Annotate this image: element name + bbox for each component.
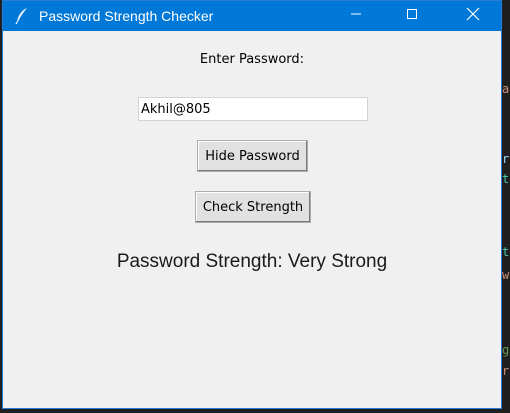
hide-password-button[interactable]: Hide Password <box>197 140 308 172</box>
editor-fragment: t <box>502 172 510 186</box>
strength-result: Password Strength: Very Strong <box>116 251 388 272</box>
feather-icon <box>14 7 30 25</box>
maximize-icon <box>406 7 418 25</box>
window-content: Enter Password: Hide Password Check Stre… <box>3 31 501 408</box>
editor-fragment: a <box>502 82 510 96</box>
window-title: Password Strength Checker <box>39 8 214 24</box>
minimize-icon <box>350 7 362 25</box>
close-icon <box>466 7 480 26</box>
editor-fragment: t <box>502 245 510 259</box>
minimize-button[interactable] <box>333 1 379 31</box>
editor-fragment: w <box>502 268 510 282</box>
check-strength-button[interactable]: Check Strength <box>195 191 311 223</box>
close-button[interactable] <box>450 1 496 31</box>
maximize-button[interactable] <box>389 1 435 31</box>
title-bar[interactable]: Password Strength Checker <box>3 1 501 31</box>
app-window: Password Strength Checker Enter Password… <box>2 0 502 409</box>
editor-fragment: r <box>502 152 510 166</box>
editor-fragment: r <box>502 364 510 378</box>
password-prompt-label: Enter Password: <box>199 52 305 67</box>
editor-fragment: g <box>502 343 510 357</box>
password-input[interactable] <box>138 97 368 121</box>
